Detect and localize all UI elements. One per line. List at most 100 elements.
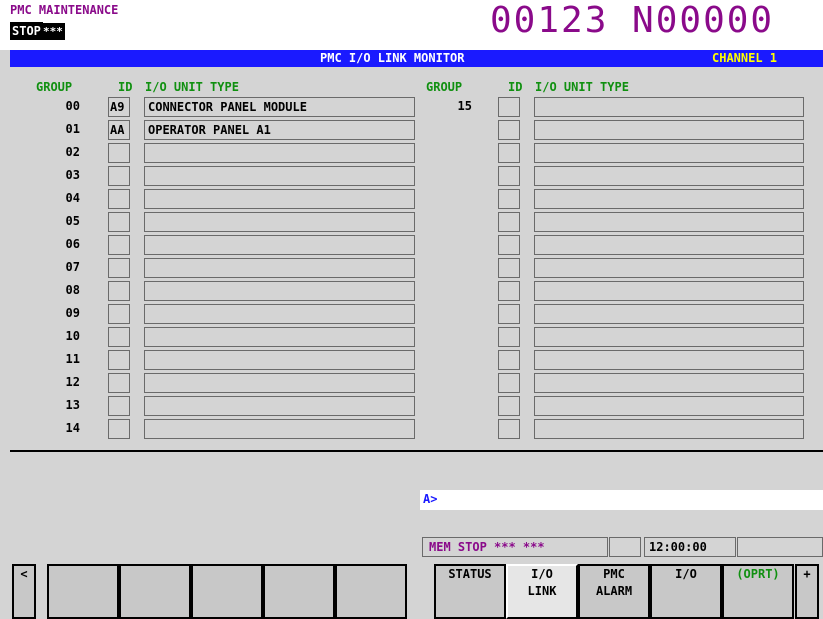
right-id-cell bbox=[498, 396, 520, 416]
softkey-status-button[interactable]: STATUS bbox=[434, 564, 506, 619]
right-type-header: I/O UNIT TYPE bbox=[535, 80, 629, 94]
left-id-header: ID bbox=[118, 80, 133, 94]
softkey-io-line1: I/O bbox=[675, 567, 697, 581]
softkey-blank-2[interactable] bbox=[119, 564, 191, 619]
right-type-cell bbox=[534, 166, 804, 186]
right-id-header: ID bbox=[508, 80, 523, 94]
right-id-cell bbox=[498, 120, 520, 140]
separator bbox=[10, 450, 823, 452]
left-type-cell bbox=[144, 373, 415, 393]
softkey-io-button[interactable]: I/O bbox=[650, 564, 722, 619]
left-group-cell: 10 bbox=[65, 329, 80, 343]
left-id-cell bbox=[108, 212, 130, 232]
left-type-cell bbox=[144, 235, 415, 255]
right-type-cell bbox=[534, 373, 804, 393]
left-type-cell: CONNECTOR PANEL MODULE bbox=[144, 97, 415, 117]
softkey-oprt-button[interactable]: (OPRT) bbox=[722, 564, 794, 619]
left-group-cell: 13 bbox=[65, 398, 80, 412]
right-type-cell bbox=[534, 143, 804, 163]
left-type-cell bbox=[144, 212, 415, 232]
right-id-cell bbox=[498, 212, 520, 232]
right-type-cell bbox=[534, 189, 804, 209]
left-id-cell bbox=[108, 304, 130, 324]
right-id-cell bbox=[498, 143, 520, 163]
softkey-prev-label: < bbox=[20, 567, 28, 581]
right-type-cell bbox=[534, 327, 804, 347]
right-type-cell bbox=[534, 212, 804, 232]
key-input-field[interactable] bbox=[420, 490, 823, 510]
right-id-cell bbox=[498, 189, 520, 209]
softkey-blank-5[interactable] bbox=[335, 564, 407, 619]
left-id-cell: A9 bbox=[108, 97, 130, 117]
left-type-cell bbox=[144, 258, 415, 278]
left-type-cell bbox=[144, 327, 415, 347]
screen-title: PMC I/O LINK MONITOR bbox=[320, 51, 465, 65]
right-type-cell bbox=[534, 350, 804, 370]
right-id-cell bbox=[498, 166, 520, 186]
left-id-cell bbox=[108, 166, 130, 186]
left-group-cell: 14 bbox=[65, 421, 80, 435]
mode-title: PMC MAINTENANCE bbox=[10, 3, 119, 17]
left-group-cell: 05 bbox=[65, 214, 80, 228]
left-group-cell: 11 bbox=[65, 352, 80, 366]
right-id-cell bbox=[498, 350, 520, 370]
right-id-cell bbox=[498, 327, 520, 347]
left-group-cell: 08 bbox=[65, 283, 80, 297]
right-id-cell bbox=[498, 97, 520, 117]
stop-label: STOP bbox=[10, 22, 43, 40]
right-type-cell bbox=[534, 396, 804, 416]
right-type-cell bbox=[534, 258, 804, 278]
right-id-cell bbox=[498, 419, 520, 439]
left-group-cell: 02 bbox=[65, 145, 80, 159]
left-group-header: GROUP bbox=[36, 80, 73, 94]
softkey-blank-4[interactable] bbox=[263, 564, 335, 619]
left-type-cell bbox=[144, 419, 415, 439]
stop-stars: *** bbox=[41, 23, 65, 40]
softkey-next-label: + bbox=[803, 567, 811, 581]
right-type-cell bbox=[534, 281, 804, 301]
left-group-cell: 00 bbox=[65, 99, 80, 113]
softkey-pmc-alarm-line1: PMC bbox=[603, 567, 625, 581]
softkey-io-link-line1: I/O bbox=[531, 567, 553, 581]
softkey-blank-3[interactable] bbox=[191, 564, 263, 619]
softkey-pmc-alarm-button[interactable]: PMC ALARM bbox=[578, 564, 650, 619]
channel-label: CHANNEL 1 bbox=[712, 51, 778, 65]
right-id-cell bbox=[498, 281, 520, 301]
left-type-cell bbox=[144, 281, 415, 301]
left-id-cell bbox=[108, 327, 130, 347]
right-type-cell bbox=[534, 120, 804, 140]
softkey-prev-button[interactable]: < bbox=[12, 564, 36, 619]
left-type-cell bbox=[144, 143, 415, 163]
softkey-pmc-alarm-line2: ALARM bbox=[595, 584, 633, 598]
left-type-cell bbox=[144, 166, 415, 186]
left-type-cell: OPERATOR PANEL A1 bbox=[144, 120, 415, 140]
left-group-cell: 04 bbox=[65, 191, 80, 205]
left-type-cell bbox=[144, 396, 415, 416]
softkey-oprt-line1: (OPRT) bbox=[736, 567, 780, 581]
right-id-cell bbox=[498, 304, 520, 324]
right-type-cell bbox=[534, 97, 804, 117]
left-id-cell: AA bbox=[108, 120, 130, 140]
left-type-cell bbox=[144, 350, 415, 370]
status-blank bbox=[609, 537, 641, 557]
left-id-cell bbox=[108, 373, 130, 393]
right-type-cell bbox=[534, 304, 804, 324]
left-type-header: I/O UNIT TYPE bbox=[145, 80, 239, 94]
left-id-cell bbox=[108, 281, 130, 301]
left-id-cell bbox=[108, 258, 130, 278]
softkey-next-button[interactable]: + bbox=[795, 564, 819, 619]
left-group-cell: 07 bbox=[65, 260, 80, 274]
softkey-io-link-button[interactable]: I/O LINK bbox=[506, 564, 578, 619]
right-type-cell bbox=[534, 419, 804, 439]
softkey-blank-1[interactable] bbox=[47, 564, 119, 619]
status-blank-2 bbox=[737, 537, 823, 557]
program-number: 00123 N00000 bbox=[490, 0, 775, 41]
input-prompt: A> bbox=[423, 492, 438, 506]
right-id-cell bbox=[498, 373, 520, 393]
left-id-cell bbox=[108, 143, 130, 163]
right-type-cell bbox=[534, 235, 804, 255]
softkey-status-line1: STATUS bbox=[448, 567, 492, 581]
softkey-io-link-line2: LINK bbox=[527, 584, 557, 598]
left-id-cell bbox=[108, 235, 130, 255]
right-id-cell bbox=[498, 258, 520, 278]
